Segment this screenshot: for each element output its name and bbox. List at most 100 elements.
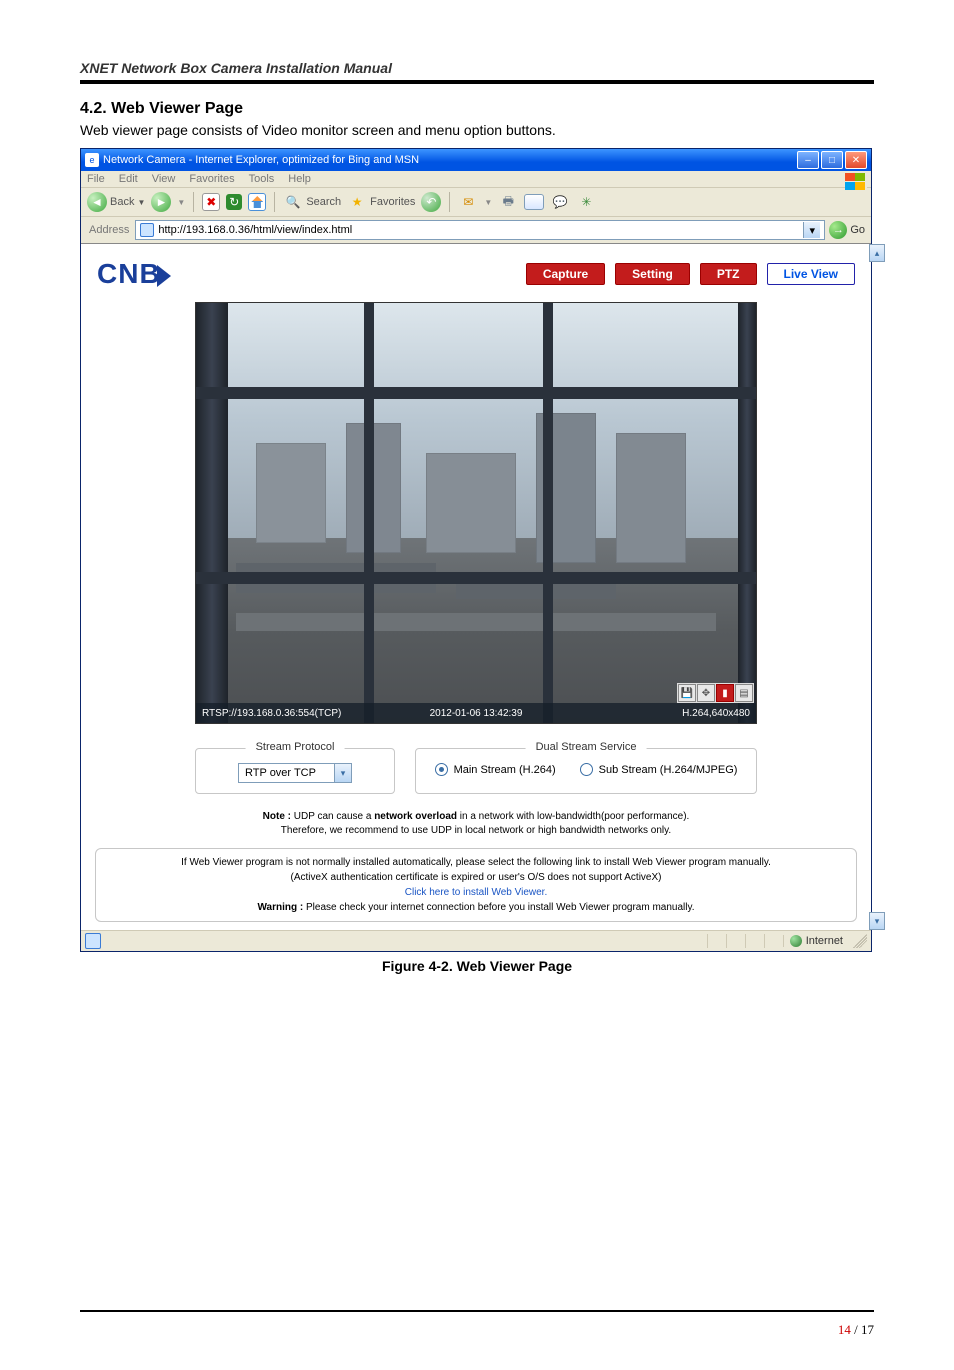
osd-move-icon[interactable]: ✥ bbox=[697, 684, 715, 702]
main-stream-option[interactable]: Main Stream (H.264) bbox=[435, 763, 556, 776]
go-label: Go bbox=[850, 224, 865, 236]
osd-toolbar: 💾 ✥ ▮ ▤ bbox=[677, 683, 754, 703]
resize-grip-icon bbox=[853, 934, 867, 948]
scroll-up-button[interactable]: ▴ bbox=[869, 244, 885, 262]
menu-view[interactable]: View bbox=[152, 173, 176, 185]
back-label: Back bbox=[110, 196, 134, 208]
menu-file[interactable]: File bbox=[87, 173, 105, 185]
setting-button[interactable]: Setting bbox=[615, 263, 690, 285]
radio-icon bbox=[580, 763, 593, 776]
info-line3: Please check your internet connection be… bbox=[306, 902, 695, 913]
ie-status-bar: Internet bbox=[81, 930, 871, 951]
info-line1: If Web Viewer program is not normally in… bbox=[106, 855, 846, 870]
brand-logo: CNB bbox=[97, 258, 171, 290]
maximize-button[interactable]: □ bbox=[821, 151, 843, 169]
protocol-value: RTP over TCP bbox=[239, 767, 334, 779]
sub-stream-label: Sub Stream (H.264/MJPEG) bbox=[599, 764, 738, 776]
close-button[interactable]: ✕ bbox=[845, 151, 867, 169]
install-info-box: If Web Viewer program is not normally in… bbox=[95, 848, 857, 922]
messenger-button[interactable]: ✳ bbox=[576, 192, 596, 212]
menu-favorites[interactable]: Favorites bbox=[189, 173, 234, 185]
capture-button[interactable]: Capture bbox=[526, 263, 605, 285]
minimize-button[interactable]: – bbox=[797, 151, 819, 169]
favorites-button[interactable]: ★ Favorites bbox=[347, 192, 415, 212]
star-icon: ★ bbox=[347, 192, 367, 212]
go-button[interactable]: → Go bbox=[829, 221, 865, 239]
stream-protocol-legend: Stream Protocol bbox=[246, 741, 345, 753]
brand-triangle-icon bbox=[157, 265, 171, 287]
main-stream-label: Main Stream (H.264) bbox=[454, 764, 556, 776]
video-monitor: 💾 ✥ ▮ ▤ RTSP://193.168.0.36:554(TCP) 201… bbox=[195, 302, 757, 724]
dual-stream-panel: Dual Stream Service Main Stream (H.264) … bbox=[415, 748, 757, 794]
page-body: ▴ CNB Capture Setting PTZ Live View bbox=[81, 244, 871, 930]
forward-button[interactable]: ► bbox=[151, 192, 171, 212]
osd-codec: H.264,640x480 bbox=[682, 708, 750, 719]
section-heading: 4.2. Web Viewer Page bbox=[80, 100, 874, 118]
osd-save-icon[interactable]: 💾 bbox=[678, 684, 696, 702]
dual-stream-legend: Dual Stream Service bbox=[526, 741, 647, 753]
radio-icon bbox=[435, 763, 448, 776]
home-icon bbox=[251, 196, 263, 208]
search-label: Search bbox=[306, 196, 341, 208]
live-view-button[interactable]: Live View bbox=[767, 263, 855, 285]
note-bold: network overload bbox=[374, 811, 457, 822]
menu-help[interactable]: Help bbox=[288, 173, 311, 185]
rule-bottom bbox=[80, 1310, 874, 1312]
osd-bar: RTSP://193.168.0.36:554(TCP) 2012-01-06 … bbox=[196, 703, 756, 723]
address-dropdown[interactable]: ▾ bbox=[803, 222, 820, 238]
note-line1a: UDP can cause a bbox=[294, 811, 374, 822]
favorites-label: Favorites bbox=[370, 196, 415, 208]
osd-record-icon[interactable]: ▮ bbox=[716, 684, 734, 702]
osd-snapshot-icon[interactable]: ▤ bbox=[735, 684, 753, 702]
page-icon bbox=[85, 933, 101, 949]
print-button[interactable]: 🖶 bbox=[498, 192, 518, 212]
chevron-down-icon: ▼ bbox=[137, 198, 145, 207]
page-icon bbox=[140, 223, 154, 237]
ie-menubar: File Edit View Favorites Tools Help bbox=[81, 171, 871, 188]
scroll-down-button[interactable]: ▾ bbox=[869, 912, 885, 930]
section-intro: Web viewer page consists of Video monito… bbox=[80, 122, 874, 138]
menu-edit[interactable]: Edit bbox=[119, 173, 138, 185]
discuss-button[interactable]: 💬 bbox=[550, 192, 570, 212]
osd-stream-url: RTSP://193.168.0.36:554(TCP) bbox=[202, 708, 341, 719]
address-label: Address bbox=[87, 224, 131, 236]
toolbar-separator bbox=[274, 192, 275, 212]
back-button[interactable]: ◄ Back ▼ bbox=[87, 192, 145, 212]
protocol-select[interactable]: RTP over TCP ▾ bbox=[238, 763, 352, 783]
section-title: Web Viewer Page bbox=[111, 100, 243, 117]
history-button[interactable]: ↶ bbox=[421, 192, 441, 212]
install-link[interactable]: Click here to install Web Viewer. bbox=[106, 885, 846, 900]
chevron-down-icon: ▼ bbox=[484, 198, 492, 207]
chevron-down-icon: ▾ bbox=[334, 764, 351, 782]
search-icon: 🔍 bbox=[283, 192, 303, 212]
page-total: 17 bbox=[861, 1322, 874, 1337]
ie-address-bar: Address http://193.168.0.36/html/view/in… bbox=[81, 217, 871, 244]
stop-button[interactable]: ✖ bbox=[202, 193, 220, 211]
zone-label: Internet bbox=[806, 935, 843, 947]
home-button[interactable] bbox=[248, 193, 266, 211]
edit-button[interactable] bbox=[524, 194, 544, 210]
globe-icon bbox=[790, 935, 802, 947]
menu-tools[interactable]: Tools bbox=[249, 173, 275, 185]
ie-titlebar: e Network Camera - Internet Explorer, op… bbox=[81, 149, 871, 171]
refresh-button[interactable]: ↻ bbox=[226, 194, 242, 210]
sub-stream-option[interactable]: Sub Stream (H.264/MJPEG) bbox=[580, 763, 738, 776]
toolbar-separator bbox=[193, 192, 194, 212]
note-prefix: Note : bbox=[263, 811, 294, 822]
go-icon: → bbox=[829, 221, 847, 239]
page-current: 14 bbox=[838, 1322, 851, 1337]
warning-prefix: Warning : bbox=[257, 902, 306, 913]
note-line1b: in a network with low-bandwidth(poor per… bbox=[457, 811, 689, 822]
mail-button[interactable]: ✉ bbox=[458, 192, 478, 212]
rule-top bbox=[80, 80, 874, 84]
address-field[interactable]: http://193.168.0.36/html/view/index.html… bbox=[135, 220, 825, 240]
running-header: XNET Network Box Camera Installation Man… bbox=[80, 60, 874, 76]
toolbar-separator bbox=[449, 192, 450, 212]
page-sep: / bbox=[851, 1322, 861, 1337]
windows-flag-icon bbox=[845, 173, 867, 191]
note-line2: Therefore, we recommend to use UDP in lo… bbox=[281, 825, 671, 836]
figure-caption: Figure 4-2. Web Viewer Page bbox=[80, 958, 874, 974]
ie-window: e Network Camera - Internet Explorer, op… bbox=[80, 148, 872, 952]
search-button[interactable]: 🔍 Search bbox=[283, 192, 341, 212]
ptz-button[interactable]: PTZ bbox=[700, 263, 757, 285]
